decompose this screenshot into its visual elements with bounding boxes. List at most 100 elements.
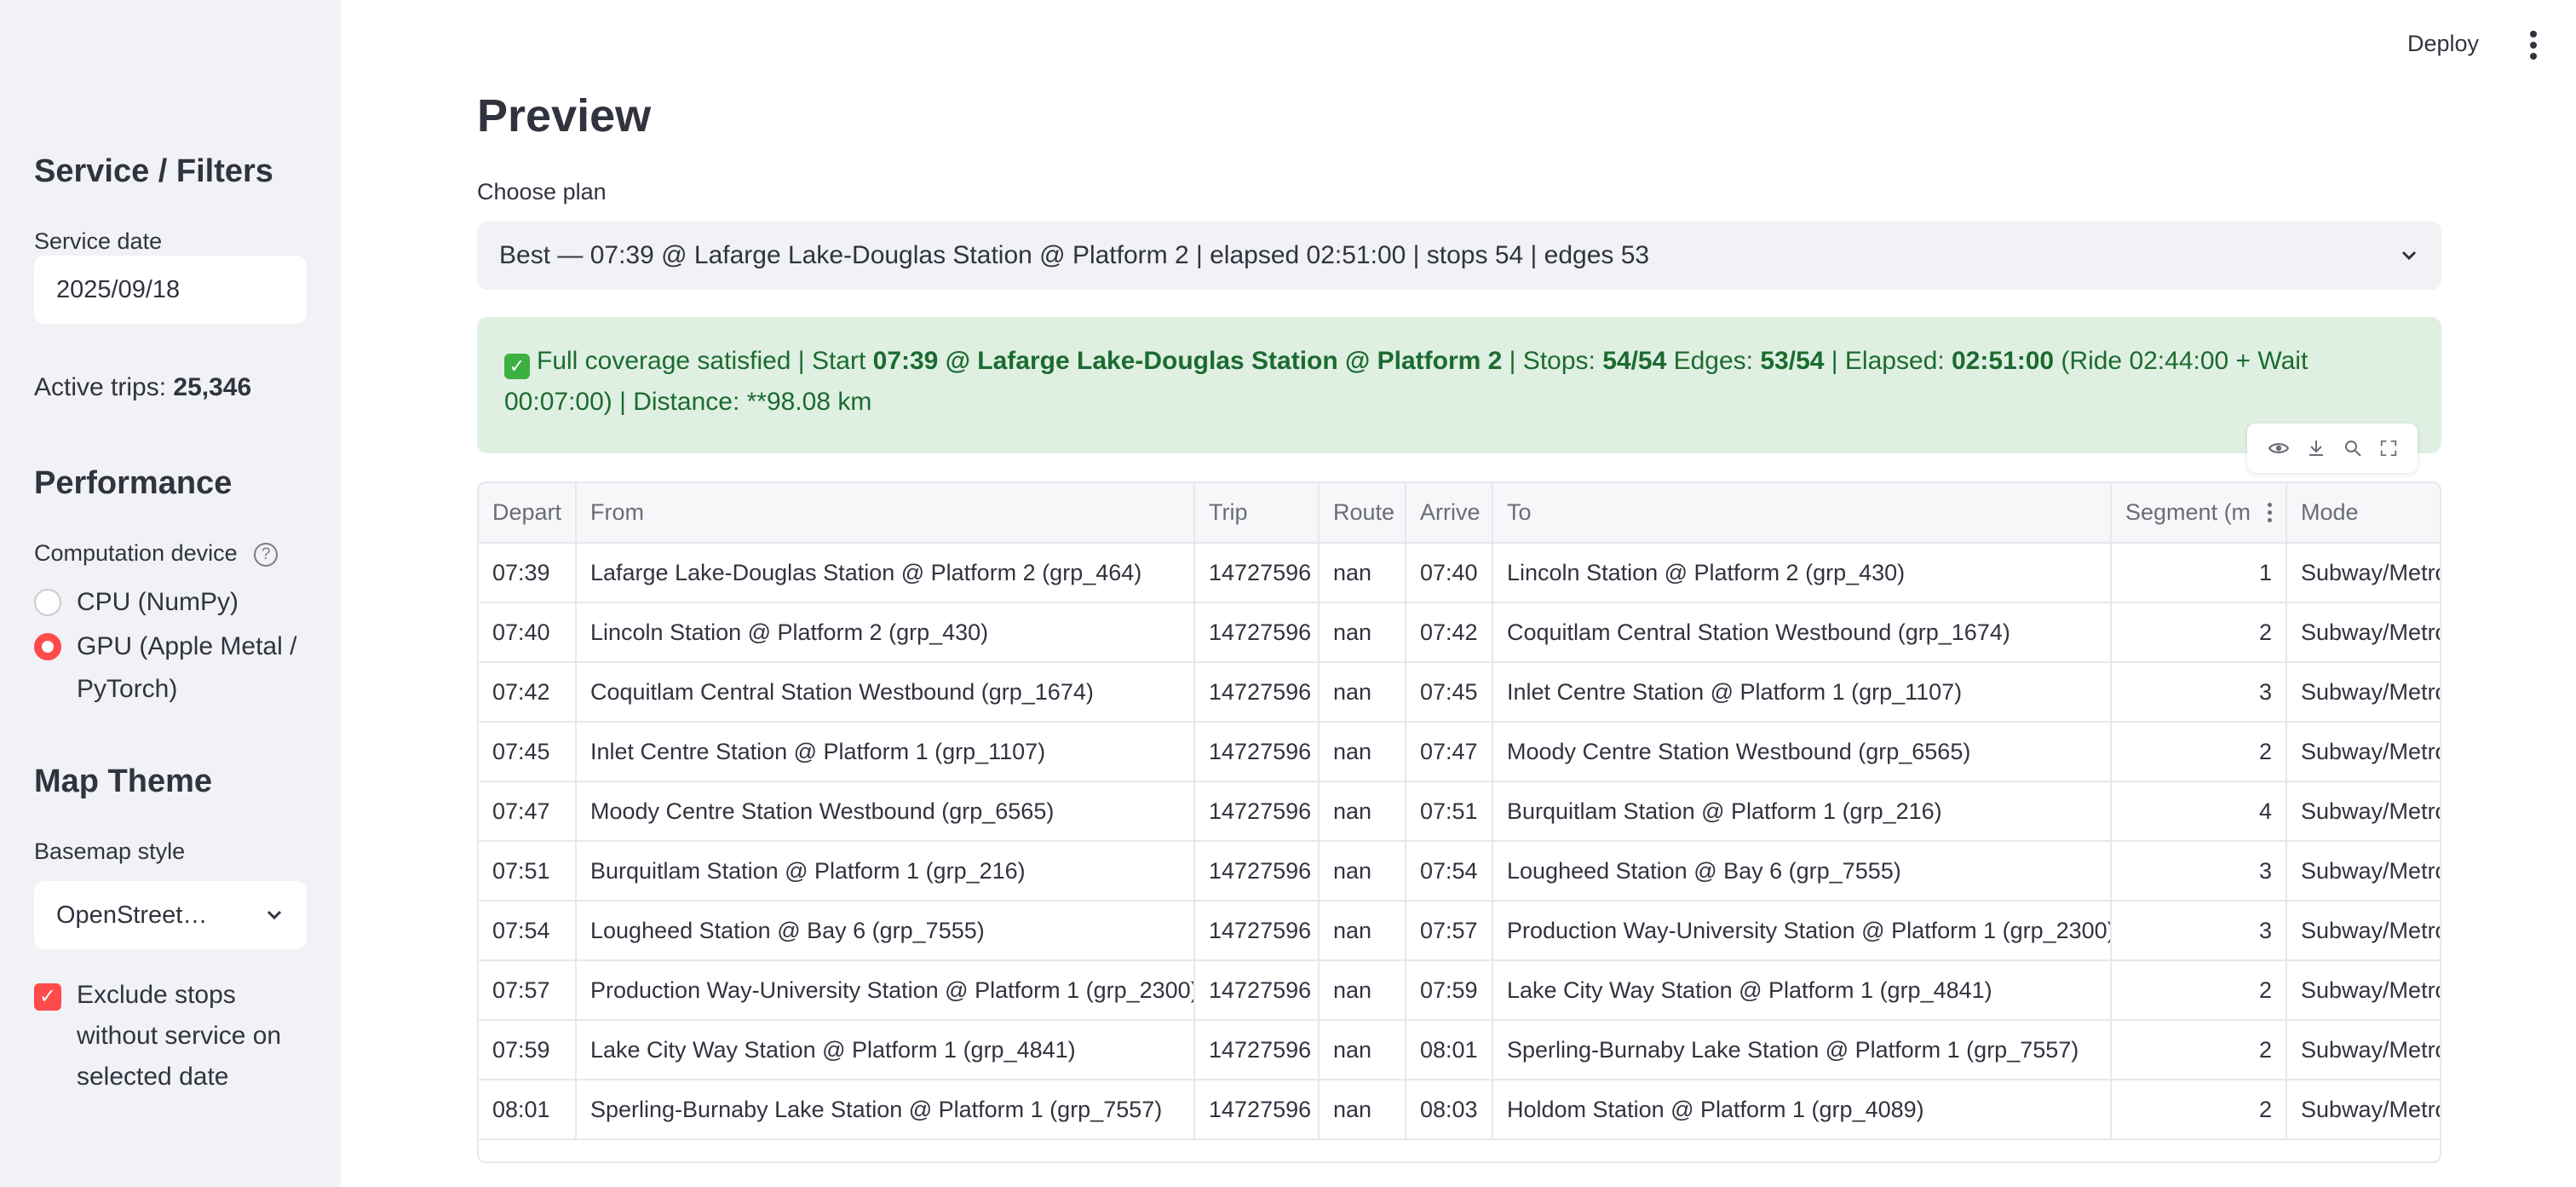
exclude-stops-checkbox-row[interactable]: ✓ Exclude stops without service on selec… (34, 975, 315, 1098)
cell-trip[interactable]: 14727596 (1194, 602, 1320, 663)
cell-from[interactable]: Lake City Way Station @ Platform 1 (grp_… (576, 1020, 1195, 1080)
cell-segment[interactable]: 3 (2111, 901, 2287, 961)
table-row[interactable]: 07:40 Lincoln Station @ Platform 2 (grp_4… (479, 602, 2440, 663)
cell-from[interactable]: Inlet Centre Station @ Platform 1 (grp_1… (576, 722, 1195, 782)
cell-to[interactable]: Lougheed Station @ Bay 6 (grp_7555) (1492, 841, 2112, 902)
cell-depart[interactable]: 07:42 (479, 662, 577, 723)
checkbox-checked-icon[interactable]: ✓ (34, 983, 61, 1011)
cell-route[interactable]: nan (1319, 602, 1406, 663)
cell-segment[interactable]: 2 (2111, 960, 2287, 1021)
cell-route[interactable]: nan (1319, 841, 1406, 902)
search-icon[interactable] (2343, 438, 2363, 458)
service-date-input[interactable]: 2025/09/18 (34, 256, 307, 324)
cell-mode[interactable]: Subway/Metro (2286, 662, 2440, 723)
table-row[interactable]: 07:42 Coquitlam Central Station Westbound… (479, 662, 2440, 723)
cell-depart[interactable]: 07:39 (479, 543, 577, 603)
cell-trip[interactable]: 14727596 (1194, 1020, 1320, 1080)
column-header-trip[interactable]: Trip (1194, 483, 1320, 544)
download-icon[interactable] (2306, 438, 2326, 458)
cell-depart[interactable]: 07:59 (479, 1020, 577, 1080)
radio-checked-icon[interactable] (34, 633, 61, 660)
table-row[interactable]: 07:39 Lafarge Lake-Douglas Station @ Plat… (479, 543, 2440, 603)
table-row[interactable]: 07:54 Lougheed Station @ Bay 6 (grp_7555)… (479, 901, 2440, 961)
cell-trip[interactable]: 14727596 (1194, 543, 1320, 603)
cell-from[interactable]: Coquitlam Central Station Westbound (grp… (576, 662, 1195, 723)
cell-trip[interactable]: 14727596 (1194, 901, 1320, 961)
cell-mode[interactable]: Subway/Metro (2286, 602, 2440, 663)
cell-to[interactable]: Coquitlam Central Station Westbound (grp… (1492, 602, 2112, 663)
column-header-from[interactable]: From (576, 483, 1195, 544)
cell-route[interactable]: nan (1319, 960, 1406, 1021)
cell-trip[interactable]: 14727596 (1194, 722, 1320, 782)
cell-from[interactable]: Sperling-Burnaby Lake Station @ Platform… (576, 1080, 1195, 1140)
cell-arrive[interactable]: 07:47 (1406, 722, 1493, 782)
cell-arrive[interactable]: 07:54 (1406, 841, 1493, 902)
cell-arrive[interactable]: 07:45 (1406, 662, 1493, 723)
cell-arrive[interactable]: 07:57 (1406, 901, 1493, 961)
cell-arrive[interactable]: 07:51 (1406, 781, 1493, 842)
cell-mode[interactable]: Subway/Metro (2286, 543, 2440, 603)
cell-trip[interactable]: 14727596 (1194, 781, 1320, 842)
cell-arrive[interactable]: 07:42 (1406, 602, 1493, 663)
cell-segment[interactable]: 2 (2111, 602, 2287, 663)
cell-from[interactable]: Production Way-University Station @ Plat… (576, 960, 1195, 1021)
cell-route[interactable]: nan (1319, 901, 1406, 961)
cell-route[interactable]: nan (1319, 662, 1406, 723)
column-header-arrive[interactable]: Arrive (1406, 483, 1493, 544)
column-header-mode[interactable]: Mode (2286, 483, 2440, 544)
cell-mode[interactable]: Subway/Metro (2286, 1080, 2440, 1140)
cell-from[interactable]: Burquitlam Station @ Platform 1 (grp_216… (576, 841, 1195, 902)
cell-from[interactable]: Moody Centre Station Westbound (grp_6565… (576, 781, 1195, 842)
cell-depart[interactable]: 07:54 (479, 901, 577, 961)
cell-arrive[interactable]: 08:03 (1406, 1080, 1493, 1140)
column-header-route[interactable]: Route (1319, 483, 1406, 544)
cell-trip[interactable]: 14727596 (1194, 1080, 1320, 1140)
cell-segment[interactable]: 2 (2111, 1080, 2287, 1140)
cell-segment[interactable]: 4 (2111, 781, 2287, 842)
cell-arrive[interactable]: 07:40 (1406, 543, 1493, 603)
cell-trip[interactable]: 14727596 (1194, 960, 1320, 1021)
help-icon[interactable]: ? (254, 542, 279, 567)
cell-route[interactable]: nan (1319, 781, 1406, 842)
cell-route[interactable]: nan (1319, 543, 1406, 603)
cell-segment[interactable]: 3 (2111, 841, 2287, 902)
cell-depart[interactable]: 07:51 (479, 841, 577, 902)
cell-to[interactable]: Production Way-University Station @ Plat… (1492, 901, 2112, 961)
table-row[interactable]: 07:59 Lake City Way Station @ Platform 1 … (479, 1020, 2440, 1080)
cell-to[interactable]: Lincoln Station @ Platform 2 (grp_430) (1492, 543, 2112, 603)
table-row[interactable]: 07:51 Burquitlam Station @ Platform 1 (gr… (479, 841, 2440, 902)
cell-segment[interactable]: 3 (2111, 662, 2287, 723)
cell-mode[interactable]: Subway/Metro (2286, 1020, 2440, 1080)
cell-depart[interactable]: 07:47 (479, 781, 577, 842)
cell-depart[interactable]: 07:57 (479, 960, 577, 1021)
cell-from[interactable]: Lafarge Lake-Douglas Station @ Platform … (576, 543, 1195, 603)
device-option-gpu[interactable]: GPU (Apple Metal / PyTorch) (34, 625, 315, 711)
cell-from[interactable]: Lougheed Station @ Bay 6 (grp_7555) (576, 901, 1195, 961)
cell-route[interactable]: nan (1319, 1080, 1406, 1140)
column-header-segment[interactable]: Segment (m (2111, 483, 2287, 544)
cell-to[interactable]: Sperling-Burnaby Lake Station @ Platform… (1492, 1020, 2112, 1080)
radio-unchecked-icon[interactable] (34, 589, 61, 616)
cell-to[interactable]: Moody Centre Station Westbound (grp_6565… (1492, 722, 2112, 782)
cell-mode[interactable]: Subway/Metro (2286, 781, 2440, 842)
cell-mode[interactable]: Subway/Metro (2286, 841, 2440, 902)
cell-from[interactable]: Lincoln Station @ Platform 2 (grp_430) (576, 602, 1195, 663)
cell-route[interactable]: nan (1319, 722, 1406, 782)
cell-trip[interactable]: 14727596 (1194, 662, 1320, 723)
cell-segment[interactable]: 2 (2111, 1020, 2287, 1080)
cell-to[interactable]: Holdom Station @ Platform 1 (grp_4089) (1492, 1080, 2112, 1140)
plan-select[interactable]: Best — 07:39 @ Lafarge Lake-Douglas Stat… (477, 222, 2441, 290)
cell-to[interactable]: Inlet Centre Station @ Platform 1 (grp_1… (1492, 662, 2112, 723)
cell-depart[interactable]: 08:01 (479, 1080, 577, 1140)
table-row[interactable]: 07:45 Inlet Centre Station @ Platform 1 (… (479, 722, 2440, 782)
kebab-menu-icon[interactable] (2528, 31, 2539, 60)
cell-mode[interactable]: Subway/Metro (2286, 960, 2440, 1021)
cell-mode[interactable]: Subway/Metro (2286, 901, 2440, 961)
cell-to[interactable]: Burquitlam Station @ Platform 1 (grp_216… (1492, 781, 2112, 842)
column-header-depart[interactable]: Depart (479, 483, 577, 544)
cell-segment[interactable]: 1 (2111, 543, 2287, 603)
cell-route[interactable]: nan (1319, 1020, 1406, 1080)
eye-icon[interactable] (2268, 437, 2290, 459)
deploy-button[interactable]: Deploy (2407, 31, 2479, 57)
table-row[interactable]: 07:47 Moody Centre Station Westbound (grp… (479, 781, 2440, 842)
